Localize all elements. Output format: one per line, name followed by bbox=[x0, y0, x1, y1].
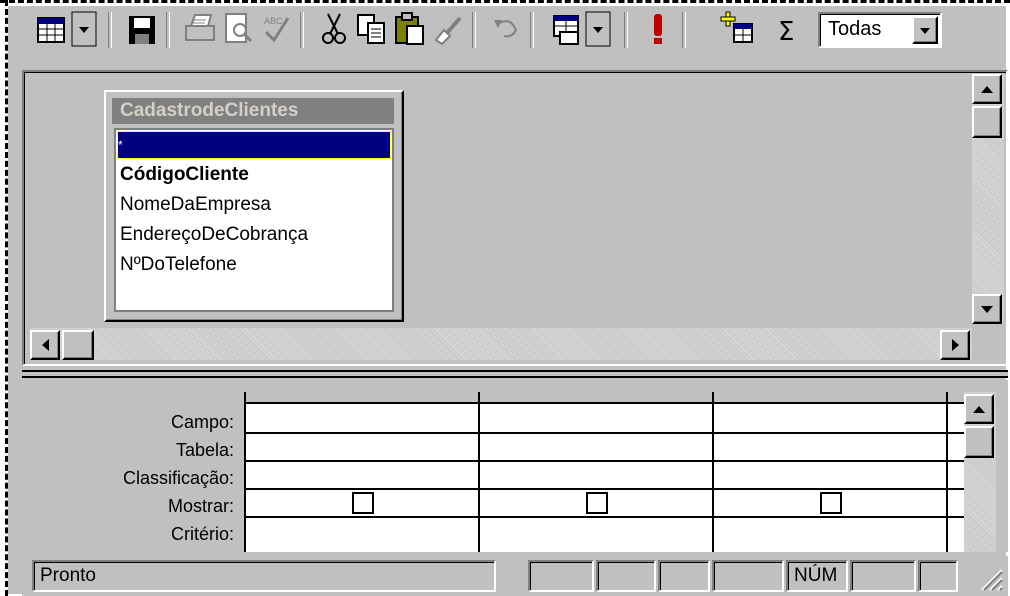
spelling-check-icon: ABC bbox=[264, 16, 290, 43]
arrow-down-icon bbox=[981, 306, 993, 313]
sigma-icon: Σ bbox=[778, 17, 794, 47]
status-indicator bbox=[658, 560, 710, 592]
show-table-icon bbox=[720, 11, 753, 43]
row-label-tabela: Tabela: bbox=[175, 440, 234, 460]
status-indicator bbox=[850, 560, 916, 592]
toolbar-separator bbox=[300, 12, 304, 48]
toolbar-separator bbox=[472, 12, 476, 48]
cut-button[interactable] bbox=[316, 10, 352, 50]
exclamation-icon bbox=[654, 14, 662, 44]
toolbar-separator bbox=[166, 12, 170, 48]
top-values-combo[interactable]: Todas bbox=[818, 12, 942, 48]
arrow-left-icon bbox=[42, 339, 49, 351]
show-table-button[interactable] bbox=[720, 10, 756, 50]
toolbar-separator bbox=[624, 12, 628, 48]
status-indicator bbox=[596, 560, 656, 592]
copy-button[interactable] bbox=[354, 10, 390, 50]
query-grid[interactable] bbox=[244, 392, 964, 552]
scroll-down-button[interactable] bbox=[972, 294, 1002, 324]
arrow-up-icon bbox=[981, 86, 993, 93]
scroll-left-button[interactable] bbox=[30, 330, 60, 360]
resize-grip-icon[interactable] bbox=[974, 562, 1004, 592]
show-checkbox[interactable] bbox=[352, 492, 374, 514]
show-checkbox[interactable] bbox=[586, 492, 608, 514]
printer-icon bbox=[185, 14, 215, 41]
undo-button[interactable] bbox=[488, 10, 524, 50]
row-label-criterio: Critério: bbox=[170, 524, 234, 544]
scroll-up-button[interactable] bbox=[972, 74, 1002, 104]
frame-border-top bbox=[0, 0, 1010, 3]
grid-scroll-up-button[interactable] bbox=[964, 394, 994, 424]
status-indicator bbox=[528, 560, 594, 592]
chevron-down-icon bbox=[920, 28, 930, 34]
table-title[interactable]: CadastrodeClientes bbox=[112, 98, 394, 124]
datasheet-view-icon bbox=[37, 11, 97, 47]
view-button[interactable] bbox=[30, 10, 100, 50]
field-codigocliente[interactable]: CódigoCliente bbox=[120, 162, 249, 188]
print-button[interactable] bbox=[182, 10, 218, 50]
arrow-right-icon bbox=[952, 339, 959, 351]
column-selector[interactable] bbox=[246, 392, 478, 404]
svg-text:Σ: Σ bbox=[778, 17, 794, 47]
row-label-classificacao: Classificação: bbox=[122, 468, 234, 488]
status-message: Pronto bbox=[32, 560, 496, 592]
table-window[interactable]: CadastrodeClientes * CódigoCliente NomeD… bbox=[104, 90, 404, 322]
totals-button[interactable]: Σ bbox=[770, 10, 806, 50]
top-values-dropdown-button[interactable] bbox=[912, 16, 938, 44]
row-label-campo: Campo: bbox=[170, 412, 234, 432]
grid-row-labels: Campo: Tabela: Classificação: Mostrar: C… bbox=[30, 410, 234, 550]
scroll-right-button[interactable] bbox=[940, 330, 970, 360]
arrow-up-icon bbox=[973, 406, 985, 413]
field-enderecodecobranca[interactable]: EndereçoDeCobrança bbox=[120, 222, 308, 248]
column-selector[interactable] bbox=[480, 392, 712, 404]
query-type-icon bbox=[553, 11, 611, 47]
copy-icon bbox=[357, 14, 385, 44]
undo-icon bbox=[494, 20, 518, 38]
field-nomedaempresa[interactable]: NomeDaEmpresa bbox=[120, 192, 271, 218]
show-checkbox[interactable] bbox=[820, 492, 842, 514]
grid-column[interactable] bbox=[480, 392, 714, 552]
grid-column[interactable] bbox=[246, 392, 480, 552]
brush-icon bbox=[434, 16, 462, 46]
status-indicator bbox=[918, 560, 958, 592]
toolbar-separator bbox=[682, 12, 686, 48]
top-values-value: Todas bbox=[828, 18, 882, 40]
toolbar-separator bbox=[530, 12, 534, 48]
upper-horizontal-scrollbar[interactable] bbox=[30, 328, 972, 360]
column-selector[interactable] bbox=[714, 392, 946, 404]
query-type-button[interactable] bbox=[546, 10, 616, 50]
clipboard-icon bbox=[395, 12, 424, 45]
column-selector[interactable] bbox=[948, 392, 964, 404]
grid-column[interactable] bbox=[714, 392, 948, 552]
status-bar: Pronto NÚM bbox=[22, 556, 1008, 596]
toolbar-separator bbox=[108, 12, 112, 48]
grid-scroll-thumb[interactable] bbox=[964, 426, 994, 458]
field-asterisk[interactable]: * bbox=[117, 131, 391, 159]
grid-column-partial[interactable] bbox=[948, 392, 964, 552]
paste-button[interactable] bbox=[392, 10, 428, 50]
spelling-button[interactable]: ABC bbox=[258, 10, 294, 50]
status-num-lock: NÚM bbox=[786, 560, 848, 592]
scroll-thumb[interactable] bbox=[972, 106, 1002, 138]
print-preview-button[interactable] bbox=[220, 10, 256, 50]
horizontal-scroll-thumb[interactable] bbox=[62, 330, 94, 360]
row-label-mostrar: Mostrar: bbox=[167, 496, 234, 516]
save-button[interactable] bbox=[124, 10, 160, 50]
field-list[interactable]: * CódigoCliente NomeDaEmpresa EndereçoDe… bbox=[114, 128, 394, 312]
svg-text:ABC: ABC bbox=[264, 16, 283, 26]
format-painter-button[interactable] bbox=[430, 10, 466, 50]
print-preview-icon bbox=[225, 13, 253, 43]
scissors-icon bbox=[322, 13, 346, 44]
run-button[interactable] bbox=[640, 10, 676, 50]
floppy-disk-icon bbox=[129, 16, 155, 44]
pane-splitter[interactable] bbox=[22, 370, 1008, 378]
status-indicator bbox=[712, 560, 784, 592]
field-nodotelefone[interactable]: NºDoTelefone bbox=[120, 252, 237, 278]
